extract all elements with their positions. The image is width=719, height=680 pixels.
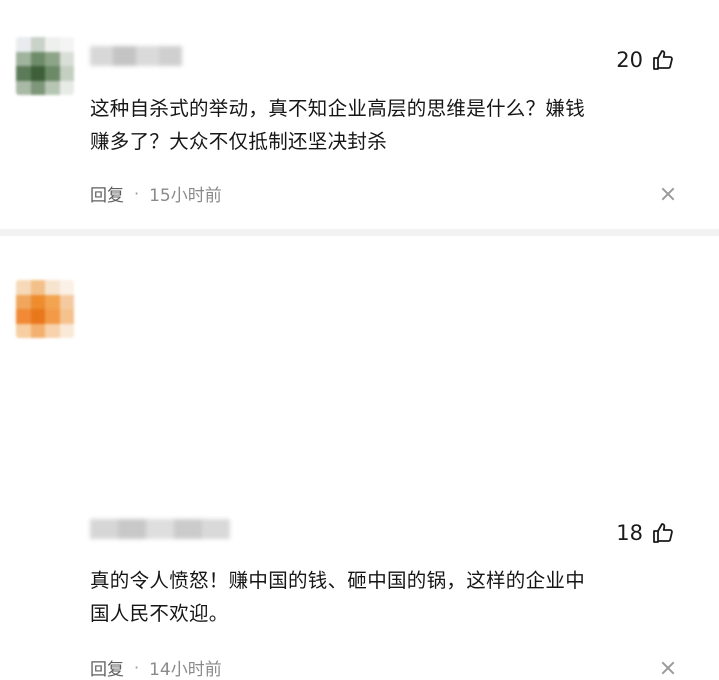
avatar-pixel — [45, 309, 60, 324]
separator-dot: · — [134, 658, 140, 677]
reply-button[interactable]: 回复 — [90, 655, 124, 680]
avatar-pixel — [16, 80, 31, 95]
comment-meta: 回复 · 14小时前 — [90, 655, 222, 680]
avatar-pixel — [30, 80, 45, 95]
timestamp: 15小时前 — [149, 186, 222, 206]
avatar-pixel — [16, 66, 31, 81]
comment-line: 赚多了？大众不仅抵制还坚决封杀 — [90, 130, 388, 153]
avatar-pixel — [30, 66, 45, 81]
avatar-pixel — [30, 323, 45, 338]
comment-text: 真的令人愤怒！赚中国的钱、砸中国的锅，这样的企业中 国人民不欢迎。 — [90, 564, 690, 630]
like-button[interactable]: 20 — [616, 48, 675, 72]
comment-line: 国人民不欢迎。 — [90, 602, 229, 625]
avatar-pixel — [30, 294, 45, 309]
avatar-pixel — [45, 294, 60, 309]
avatar-pixel — [59, 37, 74, 52]
close-icon[interactable] — [661, 661, 675, 675]
thumbs-up-icon — [653, 523, 673, 543]
avatar-pixel — [16, 37, 31, 52]
avatar-pixel — [45, 80, 60, 95]
timestamp: 14小时前 — [149, 660, 222, 680]
avatar-pixel — [16, 309, 31, 324]
avatar-pixel — [59, 294, 74, 309]
avatar-pixel — [16, 280, 31, 295]
avatar-pixel — [59, 51, 74, 66]
avatar[interactable] — [16, 280, 74, 338]
comment-1: 20 这种自杀式的举动，真不知企业高层的思维是什么？嫌钱 赚多了？大众不仅抵制还… — [0, 0, 719, 225]
avatar-pixel — [45, 66, 60, 81]
avatar-pixel — [30, 37, 45, 52]
avatar-pixel — [30, 51, 45, 66]
avatar-pixel — [16, 323, 31, 338]
avatar-pixel — [45, 51, 60, 66]
close-icon[interactable] — [661, 187, 675, 201]
comment-meta: 回复 · 15小时前 — [90, 181, 222, 206]
avatar-pixel — [30, 309, 45, 324]
comment-2: 18 真的令人愤怒！赚中国的钱、砸中国的锅，这样的企业中 国人民不欢迎。 回复 … — [0, 236, 719, 680]
avatar-pixel — [59, 80, 74, 95]
reply-button[interactable]: 回复 — [90, 181, 124, 206]
avatar-pixel — [45, 37, 60, 52]
avatar-pixel — [59, 309, 74, 324]
avatar-pixel — [59, 280, 74, 295]
username-blurred[interactable] — [90, 519, 230, 539]
like-count: 20 — [616, 48, 643, 72]
avatar-pixel — [45, 323, 60, 338]
avatar-pixel — [45, 280, 60, 295]
avatar-pixel — [59, 66, 74, 81]
comment-line: 真的令人愤怒！赚中国的钱、砸中国的锅，这样的企业中 — [90, 569, 586, 592]
like-count: 18 — [616, 521, 643, 545]
avatar-pixel — [59, 323, 74, 338]
like-button[interactable]: 18 — [616, 521, 675, 545]
avatar-pixel — [16, 294, 31, 309]
separator-dot: · — [134, 184, 140, 203]
divider — [0, 229, 719, 236]
avatar-pixel — [30, 280, 45, 295]
avatar-pixel — [16, 51, 31, 66]
avatar[interactable] — [16, 37, 74, 95]
thumbs-up-icon — [653, 50, 673, 70]
username-blurred[interactable] — [90, 46, 182, 66]
comment-line: 这种自杀式的举动，真不知企业高层的思维是什么？嫌钱 — [90, 97, 586, 120]
comment-text: 这种自杀式的举动，真不知企业高层的思维是什么？嫌钱 赚多了？大众不仅抵制还坚决封… — [90, 92, 690, 158]
